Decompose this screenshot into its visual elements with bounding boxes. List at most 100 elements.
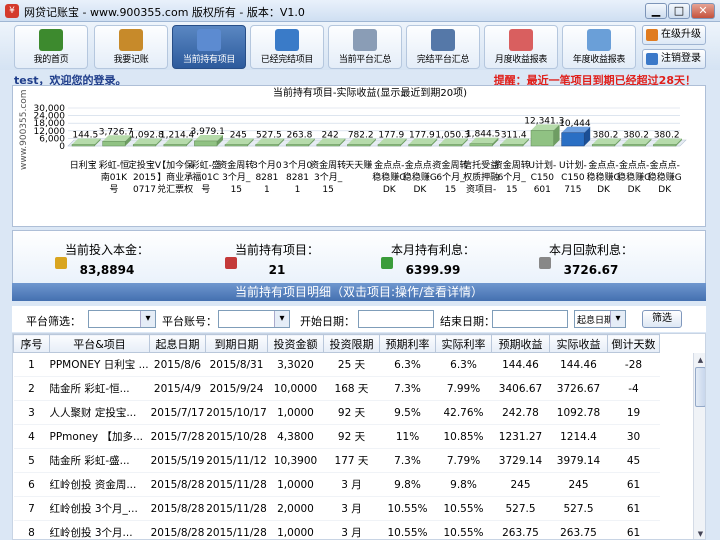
- table-cell: 4: [13, 424, 50, 449]
- toolbar-button-6[interactable]: 完结平台汇总: [406, 25, 480, 69]
- table-header-cell[interactable]: 实际利率: [435, 334, 492, 353]
- table-cell: 168 天: [323, 376, 380, 401]
- maximize-button[interactable]: □: [668, 3, 690, 19]
- start-date-input[interactable]: [358, 310, 434, 328]
- table-cell: 10.55%: [379, 520, 436, 539]
- platform-filter-select[interactable]: [88, 310, 156, 328]
- table-cell: 8: [13, 520, 50, 539]
- stat-card: 本月持有利息： 6399.99: [353, 231, 513, 285]
- table-cell: 2015/10/17: [205, 400, 268, 425]
- toolbar-button-label: 当前持有项目: [182, 55, 236, 65]
- table-cell: 3: [13, 400, 50, 425]
- filter-bar: 平台筛选： 平台账号： 开始日期： 结束日期： 起息日期 筛选: [12, 306, 706, 332]
- app-logo-icon: ¥: [5, 4, 19, 18]
- close-button[interactable]: ✕: [691, 3, 715, 19]
- table-row[interactable]: 1 PPMONEY 日利宝 ... 2015/8/6 2015/8/31 3,3020 2…: [13, 352, 660, 377]
- table-cell: 人人聚财 定投宝...: [49, 400, 150, 425]
- table-cell: 红岭创投 资金周...: [49, 472, 150, 497]
- table-row[interactable]: 2 陆金所 彩虹-恒... 2015/4/9 2015/9/24 10,0000 168 …: [13, 376, 660, 401]
- table-cell: -28: [607, 352, 660, 377]
- table-header-cell[interactable]: 起息日期: [149, 334, 206, 353]
- upgrade-button[interactable]: 在级升级: [642, 25, 706, 45]
- x-category-label: U计划-C150 601: [528, 159, 556, 195]
- logout-button[interactable]: 注销登录: [642, 49, 706, 69]
- upgrade-icon: [646, 29, 658, 41]
- table-cell: 144.46: [549, 352, 608, 377]
- x-category-label: 金点点-稳稳赚G DK: [648, 159, 682, 195]
- table-cell: 3729.14: [491, 448, 550, 473]
- table-cell: 5: [13, 448, 50, 473]
- toolbar-button-1[interactable]: 我的首页: [14, 25, 88, 69]
- bar-front-face: [377, 144, 401, 147]
- table-header-cell[interactable]: 平台&项目: [49, 334, 150, 353]
- stat-value: 83,8894: [79, 263, 135, 277]
- end-date-input[interactable]: [492, 310, 568, 328]
- chart-bar: [561, 126, 591, 147]
- table-cell: 263.75: [549, 520, 608, 539]
- filter-button[interactable]: 筛选: [642, 310, 682, 328]
- stat-value: 21: [268, 263, 286, 277]
- table-cell: 2015/7/17: [149, 400, 206, 425]
- table-cell: 11%: [379, 424, 436, 449]
- stat-value: 3726.67: [563, 263, 619, 277]
- bar-front-face: [469, 143, 493, 147]
- table-header-cell[interactable]: 预期利率: [379, 334, 436, 353]
- toolbar-button-5[interactable]: 当前平台汇总: [328, 25, 402, 69]
- table-cell: 30: [607, 424, 660, 449]
- table-row[interactable]: 4 PPmoney 【加多... 2015/7/28 2015/10/28 4,3800…: [13, 424, 660, 449]
- table-header-cell[interactable]: 到期日期: [205, 334, 268, 353]
- table-cell: 2015/4/9: [149, 376, 206, 401]
- table-cell: 527.5: [491, 496, 550, 521]
- toolbar-button-8[interactable]: 年度收益报表: [562, 25, 636, 69]
- bar-front-face: [194, 140, 218, 147]
- scroll-up-icon[interactable]: ▲: [695, 354, 705, 366]
- x-category-label: 3个月0 8281 1: [252, 160, 282, 195]
- table-header-cell[interactable]: 预期收益: [491, 334, 550, 353]
- toolbar-button-4[interactable]: 已经完结项目: [250, 25, 324, 69]
- report-icon: [587, 29, 611, 51]
- minimize-button[interactable]: ▁: [645, 3, 667, 19]
- sort-select[interactable]: 起息日期: [574, 310, 626, 328]
- table-header-cell[interactable]: 投资金额: [267, 334, 324, 353]
- toolbar-button-2[interactable]: 我要记账: [94, 25, 168, 69]
- toolbar-button-label: 已经完结项目: [260, 55, 314, 65]
- table-row[interactable]: 6 红岭创投 资金周... 2015/8/28 2015/11/28 1,0000 3 月…: [13, 472, 660, 497]
- table-cell: 7.3%: [379, 376, 436, 401]
- toolbar-button-label: 我的首页: [33, 55, 69, 65]
- table-scrollbar[interactable]: ▲ ▼: [693, 353, 705, 539]
- table-row[interactable]: 7 红岭创投 3个月_... 2015/8/28 2015/11/28 2,0000 3 …: [13, 496, 660, 521]
- table-cell: 6.3%: [379, 352, 436, 377]
- toolbar-button-label: 月度收益报表: [494, 55, 548, 65]
- calendar-icon: [431, 29, 455, 51]
- scroll-thumb[interactable]: [695, 367, 705, 407]
- table-cell: -4: [607, 376, 660, 401]
- bar-front-face: [347, 144, 371, 147]
- toolbar-button-3[interactable]: 当前持有项目: [172, 25, 246, 69]
- account-filter-label: 平台账号：: [162, 315, 217, 328]
- scroll-down-icon[interactable]: ▼: [695, 528, 705, 539]
- x-category-label: 3个月0 8281 1: [283, 160, 313, 195]
- table-cell: PPmoney 【加多...: [49, 424, 150, 449]
- stat-card: 本月回款利息： 3726.67: [511, 231, 671, 285]
- table-row[interactable]: 8 红岭创投 3个月... 2015/8/28 2015/11/28 1,0000 3 月…: [13, 520, 660, 539]
- toolbar-button-7[interactable]: 月度收益报表: [484, 25, 558, 69]
- logout-label: 注销登录: [661, 53, 701, 64]
- stats-bar: 当前投入本金： 83,8894 当前持有项目： 21 本月持有利息： 6399.99 本月回…: [12, 230, 706, 284]
- account-filter-select[interactable]: [218, 310, 290, 328]
- bar-front-face: [224, 144, 248, 147]
- bar-front-face: [102, 141, 126, 147]
- table-row[interactable]: 3 人人聚财 定投宝... 2015/7/17 2015/10/17 1,0000 92 …: [13, 400, 660, 425]
- table-header-cell[interactable]: 投资限期: [323, 334, 380, 353]
- table-cell: 61: [607, 496, 660, 521]
- holdings-table: 序号 平台&项目 起息日期 到期日期 投资金额 投资限期 预期利率 实际利率 预期收益 实际收益倒…: [12, 333, 706, 540]
- table-cell: 245: [491, 472, 550, 497]
- table-header-cell[interactable]: 实际收益: [549, 334, 608, 353]
- table-header-cell[interactable]: 倒计天数: [607, 334, 660, 353]
- table-cell: 2: [13, 376, 50, 401]
- bar-front-face: [622, 144, 646, 147]
- table-row[interactable]: 5 陆金所 彩虹-盛... 2015/5/19 2015/11/12 10,3900 17…: [13, 448, 660, 473]
- table-header-cell[interactable]: 序号: [13, 334, 50, 353]
- table-cell: 1214.4: [549, 424, 608, 449]
- table-cell: 25 天: [323, 352, 380, 377]
- bar-front-face: [500, 144, 524, 147]
